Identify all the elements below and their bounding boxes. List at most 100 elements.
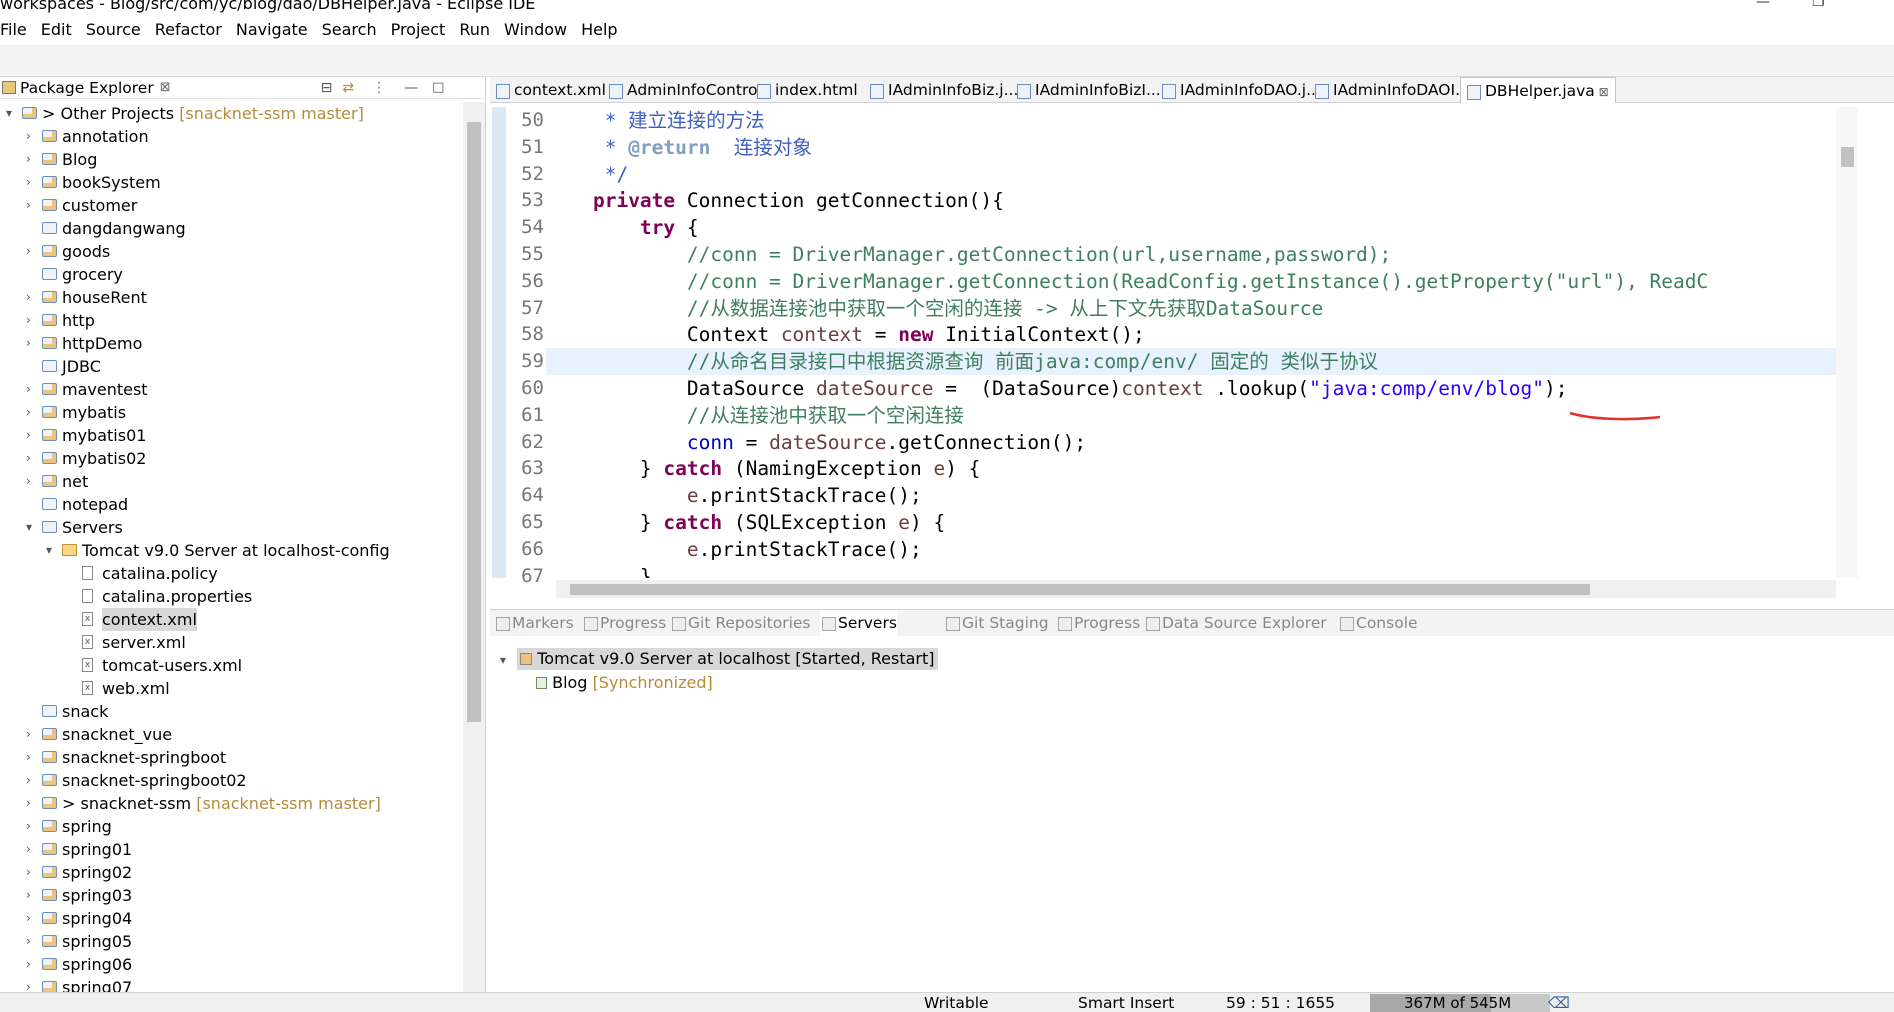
tree-item[interactable]: › customer — [0, 194, 462, 217]
gc-icon[interactable]: ⌫ — [1548, 994, 1570, 1012]
chevron-right-icon[interactable]: › — [26, 447, 40, 470]
editor-vertical-scrollbar[interactable] — [1836, 107, 1858, 578]
chevron-right-icon[interactable]: › — [26, 723, 40, 746]
tree-item[interactable]: › snacknet_vue — [0, 723, 462, 746]
tree-item[interactable]: dangdangwang — [0, 217, 462, 240]
code-line[interactable]: private Connection getConnection(){ — [546, 187, 1836, 214]
tree-item[interactable]: › annotation — [0, 125, 462, 148]
code-line[interactable]: //conn = DriverManager.getConnection(url… — [546, 241, 1836, 268]
chevron-right-icon[interactable]: › — [26, 171, 40, 194]
chevron-right-icon[interactable]: › — [26, 286, 40, 309]
tree-item[interactable]: catalina.properties — [0, 585, 462, 608]
code-line[interactable]: try { — [546, 214, 1836, 241]
code-line[interactable]: } catch (SQLException e) { — [546, 509, 1836, 536]
tree-item[interactable]: x server.xml — [0, 631, 462, 654]
chevron-right-icon[interactable]: › — [26, 332, 40, 355]
bottom-tab[interactable]: Servers — [820, 610, 897, 636]
chevron-right-icon[interactable]: › — [26, 194, 40, 217]
minimize-view-icon[interactable]: — — [404, 80, 418, 96]
tree-item[interactable]: › spring04 — [0, 907, 462, 930]
tree-item[interactable]: › spring03 — [0, 884, 462, 907]
menu-search[interactable]: Search — [322, 20, 377, 39]
chevron-right-icon[interactable]: › — [26, 378, 40, 401]
menu-run[interactable]: Run — [459, 20, 490, 39]
code-line[interactable]: //conn = DriverManager.getConnection(Rea… — [546, 268, 1836, 295]
bottom-tab[interactable]: Data Source Explorer — [1144, 610, 1327, 636]
tree-item[interactable]: grocery — [0, 263, 462, 286]
tree-item[interactable]: › mybatis — [0, 401, 462, 424]
maximize-icon[interactable]: ❐ — [1812, 0, 1825, 10]
tree-item[interactable]: › bookSystem — [0, 171, 462, 194]
tree-item[interactable]: ▾ > Other Projects [snacknet-ssm master] — [0, 102, 462, 125]
tree-item[interactable]: › spring02 — [0, 861, 462, 884]
chevron-right-icon[interactable]: › — [26, 148, 40, 171]
chevron-right-icon[interactable]: › — [26, 976, 40, 992]
tree-item[interactable]: snack — [0, 700, 462, 723]
chevron-right-icon[interactable]: › — [26, 746, 40, 769]
module-row[interactable]: Blog [Synchronized] — [536, 672, 713, 694]
tree-item[interactable]: catalina.policy — [0, 562, 462, 585]
code-line[interactable]: DataSource dateSource = (DataSource)cont… — [546, 375, 1836, 402]
chevron-right-icon[interactable]: › — [26, 125, 40, 148]
close-icon[interactable]: ⊠ — [1595, 85, 1609, 99]
tree-item[interactable]: › > snacknet-ssm [snacknet-ssm master] — [0, 792, 462, 815]
tree-item[interactable]: notepad — [0, 493, 462, 516]
maximize-view-icon[interactable]: □ — [432, 80, 444, 95]
tree-item[interactable]: › goods — [0, 240, 462, 263]
tree-item[interactable]: › houseRent — [0, 286, 462, 309]
menu-file[interactable]: File — [0, 20, 27, 39]
chevron-right-icon[interactable]: › — [26, 424, 40, 447]
editor-tab[interactable]: index.html — [751, 77, 858, 103]
tree-item[interactable]: x context.xml — [0, 608, 462, 631]
chevron-right-icon[interactable]: › — [26, 907, 40, 930]
chevron-down-icon[interactable]: ▾ — [6, 102, 20, 125]
chevron-right-icon[interactable]: › — [26, 930, 40, 953]
tree-item[interactable]: › Blog — [0, 148, 462, 171]
code-line[interactable]: * @return 连接对象 — [546, 134, 1836, 161]
tree-item[interactable]: › mybatis02 — [0, 447, 462, 470]
code-line[interactable]: conn = dateSource.getConnection(); — [546, 429, 1836, 456]
horizontal-scrollbar[interactable] — [556, 580, 1836, 598]
editor-tab[interactable]: IAdminInfoBizI... — [1011, 77, 1161, 103]
view-menu-icon[interactable]: ⋮ — [372, 80, 386, 96]
bottom-tab[interactable]: Markers — [494, 610, 574, 636]
minimize-icon[interactable]: — — [1756, 0, 1770, 10]
editor-tab[interactable]: context.xml — [490, 77, 606, 103]
code-line[interactable]: } catch (NamingException e) { — [546, 455, 1836, 482]
tree-item[interactable]: › spring06 — [0, 953, 462, 976]
editor-tab[interactable]: DBHelper.java ⊠ — [1460, 77, 1616, 103]
collapse-all-icon[interactable]: ⊟ — [321, 80, 333, 96]
bottom-tab[interactable]: Progress — [582, 610, 666, 636]
bottom-tab[interactable]: Console — [1338, 610, 1418, 636]
link-editor-icon[interactable]: ⇄ — [342, 80, 354, 96]
tree-item[interactable]: x tomcat-users.xml — [0, 654, 462, 677]
menu-source[interactable]: Source — [86, 20, 141, 39]
code-line[interactable]: //从数据连接池中获取一个空闲的连接 -> 从上下文先获取DataSource — [546, 295, 1836, 322]
code-line[interactable]: e.printStackTrace(); — [546, 536, 1836, 563]
expand-icon[interactable]: ▾ — [500, 653, 506, 667]
chevron-right-icon[interactable]: › — [26, 769, 40, 792]
tree-item[interactable]: › spring05 — [0, 930, 462, 953]
server-row[interactable]: ▾ Tomcat v9.0 Server at localhost [Start… — [500, 648, 938, 670]
tree-item[interactable]: ▾ Servers — [0, 516, 462, 539]
menu-edit[interactable]: Edit — [41, 20, 72, 39]
tree-item[interactable]: › snacknet-springboot02 — [0, 769, 462, 792]
code-text[interactable]: * 建立连接的方法 * @return 连接对象 */ private Conn… — [546, 107, 1836, 578]
tree-item[interactable]: › spring01 — [0, 838, 462, 861]
code-line[interactable]: e.printStackTrace(); — [546, 482, 1836, 509]
tree-item[interactable]: › snacknet-springboot — [0, 746, 462, 769]
heap-status[interactable]: 367M of 545M — [1370, 994, 1550, 1012]
code-line[interactable]: } — [546, 563, 1836, 578]
tree-item[interactable]: x web.xml — [0, 677, 462, 700]
chevron-right-icon[interactable]: › — [26, 792, 40, 815]
chevron-right-icon[interactable]: › — [26, 470, 40, 493]
code-line[interactable]: * 建立连接的方法 — [546, 107, 1836, 134]
code-line[interactable]: //从命名目录接口中根据资源查询 前面java:comp/env/ 固定的 类似… — [546, 348, 1836, 376]
chevron-right-icon[interactable]: › — [26, 838, 40, 861]
tree-item[interactable]: › http — [0, 309, 462, 332]
chevron-right-icon[interactable]: › — [26, 401, 40, 424]
chevron-right-icon[interactable]: › — [26, 815, 40, 838]
tree-item[interactable]: › spring07 — [0, 976, 462, 992]
chevron-down-icon[interactable]: ▾ — [46, 539, 60, 562]
chevron-right-icon[interactable]: › — [26, 953, 40, 976]
